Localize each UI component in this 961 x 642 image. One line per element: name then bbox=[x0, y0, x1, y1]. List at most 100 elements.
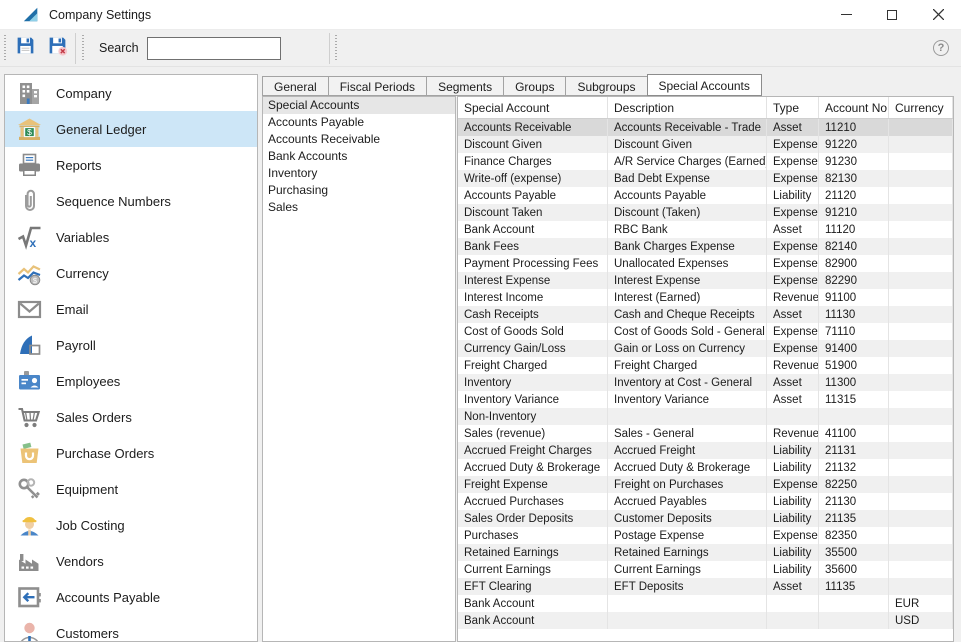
table-row[interactable]: Freight Charged Freight Charged Revenue 519… bbox=[458, 357, 953, 374]
table-row[interactable]: Bank Account EUR bbox=[458, 595, 953, 612]
table-row[interactable]: Payment Processing Fees Unallocated Expen… bbox=[458, 255, 953, 272]
table-row[interactable]: EFT Clearing EFT Deposits Asset 11135 bbox=[458, 578, 953, 595]
search-input[interactable] bbox=[146, 36, 281, 60]
tab-general[interactable]: General bbox=[262, 76, 329, 96]
cell-account-no: 91230 bbox=[819, 153, 889, 170]
column-header-type[interactable]: Type bbox=[767, 97, 819, 118]
sidebar-item-reports[interactable]: Reports bbox=[5, 147, 257, 183]
table-row[interactable]: Accrued Purchases Accrued Payables Liabili… bbox=[458, 493, 953, 510]
table-row[interactable]: Sales (revenue) Sales - General Revenue 411… bbox=[458, 425, 953, 442]
cell-currency bbox=[889, 238, 953, 255]
toolbar-gripper[interactable] bbox=[3, 35, 6, 61]
cell-description: A/R Service Charges (Earned) bbox=[608, 153, 767, 170]
table-row[interactable]: Finance Charges A/R Service Charges (Earn… bbox=[458, 153, 953, 170]
table-row[interactable]: Accrued Freight Charges Accrued Freight Li… bbox=[458, 442, 953, 459]
tab-subgroups[interactable]: Subgroups bbox=[565, 76, 648, 96]
category-item-purchasing[interactable]: Purchasing bbox=[263, 182, 455, 199]
table-row[interactable]: Currency Gain/Loss Gain or Loss on Curren… bbox=[458, 340, 953, 357]
toolbar-gripper[interactable] bbox=[81, 35, 84, 61]
table-row[interactable]: Interest Expense Interest Expense Expense 8… bbox=[458, 272, 953, 289]
table-row[interactable]: Accounts Payable Accounts Payable Liabilit… bbox=[458, 187, 953, 204]
tab-fiscal-periods[interactable]: Fiscal Periods bbox=[327, 76, 428, 96]
cell-currency bbox=[889, 323, 953, 340]
sidebar-item-currency[interactable]: $ Currency bbox=[5, 255, 257, 291]
tab-special-accounts[interactable]: Special Accounts bbox=[646, 74, 762, 96]
category-item-special-accounts[interactable]: Special Accounts bbox=[263, 97, 455, 114]
table-row[interactable]: Discount Given Discount Given Expense 91220 bbox=[458, 136, 953, 153]
reports-icon bbox=[16, 152, 43, 179]
close-button[interactable] bbox=[915, 0, 961, 29]
minimize-button[interactable] bbox=[823, 0, 869, 29]
cell-currency bbox=[889, 408, 953, 425]
cell-account-no bbox=[819, 595, 889, 612]
table-row[interactable]: Bank Account USD bbox=[458, 612, 953, 629]
cell-account-no: 91220 bbox=[819, 136, 889, 153]
cell-account-no bbox=[819, 612, 889, 629]
sidebar-item-job-costing[interactable]: Job Costing bbox=[5, 507, 257, 543]
sidebar-item-purchase-orders[interactable]: Purchase Orders bbox=[5, 435, 257, 471]
cell-special-account: Payment Processing Fees bbox=[458, 255, 608, 272]
purchase-orders-icon bbox=[16, 440, 43, 467]
category-item-inventory[interactable]: Inventory bbox=[263, 165, 455, 182]
cell-currency bbox=[889, 510, 953, 527]
column-header-special-account[interactable]: Special Account bbox=[458, 97, 608, 118]
table-row[interactable]: Bank Fees Bank Charges Expense Expense 8214… bbox=[458, 238, 953, 255]
sidebar-item-employees[interactable]: Employees bbox=[5, 363, 257, 399]
job-costing-icon bbox=[16, 512, 43, 539]
maximize-button[interactable] bbox=[869, 0, 915, 29]
table-row[interactable]: Inventory Variance Inventory Variance Asse… bbox=[458, 391, 953, 408]
column-header-account-no[interactable]: Account No bbox=[819, 97, 889, 118]
save-cancel-button[interactable] bbox=[44, 35, 70, 61]
sidebar-item-general-ledger[interactable]: $ General Ledger bbox=[5, 111, 257, 147]
sidebar-item-accounts-payable[interactable]: Accounts Payable bbox=[5, 579, 257, 615]
sidebar-item-equipment[interactable]: Equipment bbox=[5, 471, 257, 507]
vendors-icon bbox=[16, 548, 43, 575]
toolbar: Search ? bbox=[0, 30, 961, 67]
table-row[interactable]: Sales Order Deposits Customer Deposits Lia… bbox=[458, 510, 953, 527]
table-row[interactable]: Inventory Inventory at Cost - General Asse… bbox=[458, 374, 953, 391]
cell-description: Accrued Duty & Brokerage bbox=[608, 459, 767, 476]
table-row[interactable]: Freight Expense Freight on Purchases Expen… bbox=[458, 476, 953, 493]
sidebar-item-customers[interactable]: Customers bbox=[5, 615, 257, 641]
sidebar-item-variables[interactable]: x Variables bbox=[5, 219, 257, 255]
table-row[interactable]: Bank Account RBC Bank Asset 11120 bbox=[458, 221, 953, 238]
table-row[interactable]: Current Earnings Current Earnings Liabilit… bbox=[458, 561, 953, 578]
column-header-description[interactable]: Description bbox=[608, 97, 767, 118]
table-row[interactable]: Retained Earnings Retained Earnings Liabil… bbox=[458, 544, 953, 561]
sidebar-item-payroll[interactable]: Payroll bbox=[5, 327, 257, 363]
category-item-accounts-payable[interactable]: Accounts Payable bbox=[263, 114, 455, 131]
currency-icon: $ bbox=[16, 260, 43, 287]
help-button[interactable]: ? bbox=[933, 40, 949, 56]
table-row[interactable]: Purchases Postage Expense Expense 82350 bbox=[458, 527, 953, 544]
category-item-bank-accounts[interactable]: Bank Accounts bbox=[263, 148, 455, 165]
minimize-icon bbox=[840, 14, 852, 15]
tab-groups[interactable]: Groups bbox=[503, 76, 567, 96]
sidebar-item-sequence-numbers[interactable]: Sequence Numbers bbox=[5, 183, 257, 219]
table-row[interactable]: Cash Receipts Cash and Cheque Receipts Ass… bbox=[458, 306, 953, 323]
tab-segments[interactable]: Segments bbox=[426, 76, 505, 96]
sidebar-item-company[interactable]: Company bbox=[5, 75, 257, 111]
table-row[interactable]: Accounts Receivable Accounts Receivable -… bbox=[458, 119, 953, 136]
sidebar-item-label: Company bbox=[56, 85, 112, 101]
table-row[interactable]: Cost of Goods Sold Cost of Goods Sold - G… bbox=[458, 323, 953, 340]
cell-type: Asset bbox=[767, 306, 819, 323]
sidebar-item-vendors[interactable]: Vendors bbox=[5, 543, 257, 579]
sidebar-item-email[interactable]: Email bbox=[5, 291, 257, 327]
cell-currency bbox=[889, 221, 953, 238]
category-item-accounts-receivable[interactable]: Accounts Receivable bbox=[263, 131, 455, 148]
toolbar-gripper[interactable] bbox=[334, 35, 338, 61]
table-row[interactable]: Write-off (expense) Bad Debt Expense Expen… bbox=[458, 170, 953, 187]
sidebar-item-label: Currency bbox=[56, 265, 109, 281]
table-row[interactable]: Interest Income Interest (Earned) Revenue 9… bbox=[458, 289, 953, 306]
save-button[interactable] bbox=[12, 35, 38, 61]
table-row[interactable]: Non-Inventory bbox=[458, 408, 953, 425]
category-item-sales[interactable]: Sales bbox=[263, 199, 455, 216]
tab-bar: General Fiscal Periods Segments Groups Subgr… bbox=[262, 74, 762, 96]
table-row[interactable]: Discount Taken Discount (Taken) Expense 912… bbox=[458, 204, 953, 221]
customers-icon bbox=[16, 620, 43, 641]
column-header-currency[interactable]: Currency bbox=[889, 97, 953, 118]
table-row[interactable]: Accrued Duty & Brokerage Accrued Duty & B… bbox=[458, 459, 953, 476]
table-body: Accounts Receivable Accounts Receivable -… bbox=[458, 119, 953, 629]
sidebar-item-sales-orders[interactable]: Sales Orders bbox=[5, 399, 257, 435]
help-icon: ? bbox=[937, 42, 945, 54]
